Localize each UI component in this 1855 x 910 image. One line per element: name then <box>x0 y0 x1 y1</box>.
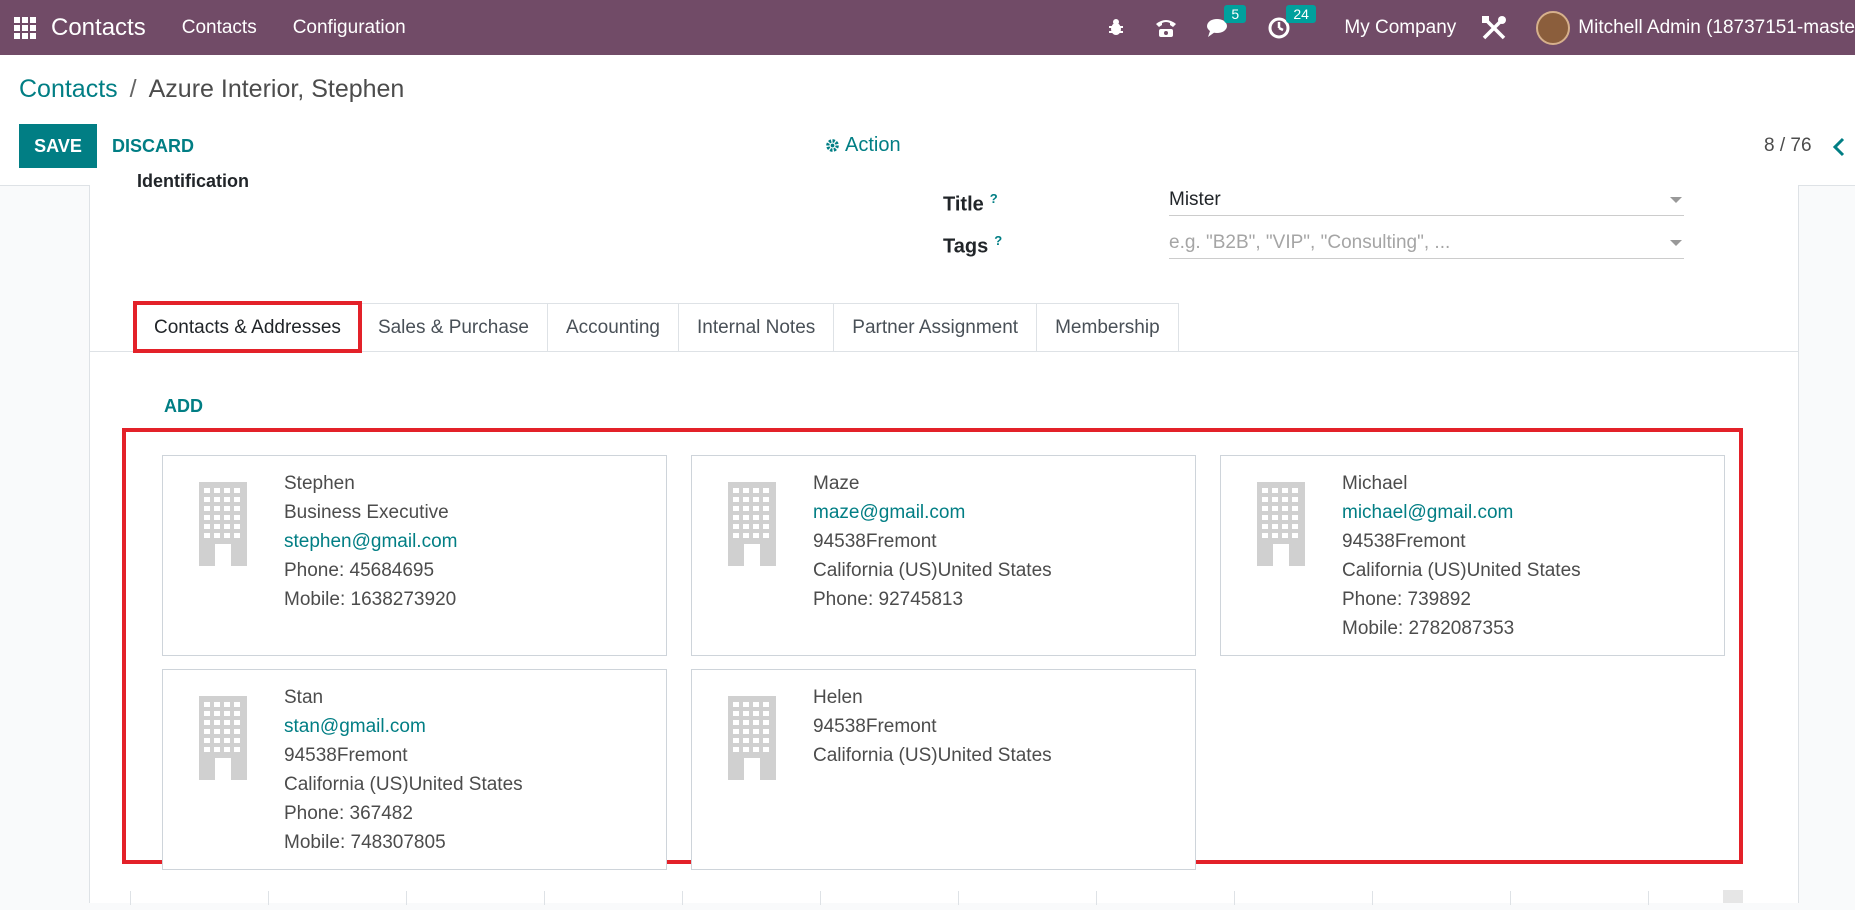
menu-contacts[interactable]: Contacts <box>182 17 257 39</box>
activities-badge: 24 <box>1286 4 1316 23</box>
tab-membership[interactable]: Membership <box>1036 303 1179 351</box>
contact-email-link[interactable]: stan@gmail.com <box>284 712 523 741</box>
contact-card[interactable]: Stan stan@gmail.com 94538Fremont California… <box>162 669 667 870</box>
title-select[interactable]: Mister <box>1169 185 1684 216</box>
tab-partner-assignment[interactable]: Partner Assignment <box>833 303 1038 351</box>
contact-detail: Business Executive <box>284 502 449 523</box>
add-contact-button[interactable]: ADD <box>164 396 203 417</box>
contact-detail: 94538Fremont <box>284 745 408 766</box>
breadcrumb-contacts-link[interactable]: Contacts <box>19 75 118 103</box>
user-menu[interactable]: Mitchell Admin (18737151-maste <box>1578 17 1855 39</box>
contact-name: Michael <box>1342 473 1408 494</box>
contact-card[interactable]: Stephen Business Executive stephen@gmail.c… <box>162 455 667 656</box>
control-panel: Contacts / Azure Interior, Stephen SAVE DI… <box>0 55 1855 186</box>
help-icon[interactable]: ? <box>990 191 998 206</box>
save-button[interactable]: SAVE <box>19 124 97 168</box>
contact-card[interactable]: Maze maze@gmail.com 94538Fremont California… <box>691 455 1196 656</box>
contact-detail: California (US)United States <box>813 745 1052 766</box>
pager-value[interactable]: 8 / 76 <box>1764 135 1812 157</box>
contact-info: Stephen Business Executive stephen@gmail.c… <box>284 469 457 614</box>
contact-info: Maze maze@gmail.com 94538Fremont California… <box>813 469 1052 614</box>
app-title[interactable]: Contacts <box>51 14 146 42</box>
identification-label: Identification <box>137 171 249 191</box>
contact-info: Helen 94538Fremont California (US)United S… <box>813 683 1052 770</box>
user-avatar[interactable] <box>1536 10 1571 45</box>
tab-divider <box>90 351 1798 352</box>
contact-detail: 94538Fremont <box>813 716 937 737</box>
contact-detail: Mobile: 2782087353 <box>1342 618 1515 639</box>
breadcrumb-separator: / <box>129 75 137 103</box>
contact-detail: 94538Fremont <box>813 531 937 552</box>
contact-info: Michael michael@gmail.com 94538Fremont Cali… <box>1342 469 1581 643</box>
company-building-icon <box>728 482 776 571</box>
title-value: Mister <box>1169 189 1221 210</box>
contact-name: Maze <box>813 473 860 494</box>
contact-email-link[interactable]: stephen@gmail.com <box>284 527 457 556</box>
company-building-icon <box>728 696 776 785</box>
contact-email-link[interactable]: maze@gmail.com <box>813 498 1052 527</box>
action-label: Action <box>845 134 901 156</box>
tab-internal-notes[interactable]: Internal Notes <box>677 303 835 351</box>
title-label-text: Title <box>943 193 984 216</box>
contact-card[interactable]: Michael michael@gmail.com 94538Fremont Cali… <box>1220 455 1725 656</box>
systray: 5 24 My Company Mitchell Admin (18737151… <box>1092 0 1855 55</box>
company-building-icon <box>1257 482 1305 571</box>
contacts-kanban: Stephen Business Executive stephen@gmail.c… <box>122 428 1743 870</box>
contact-name: Stephen <box>284 473 355 494</box>
tags-label: Tags? <box>943 233 1002 259</box>
tab-contacts-addresses[interactable]: Contacts & Addresses <box>133 301 362 353</box>
company-building-icon <box>199 482 247 571</box>
scrollbar[interactable] <box>1723 890 1743 903</box>
action-menu[interactable]: Action <box>825 134 901 157</box>
caret-down-icon <box>1670 197 1682 203</box>
messages-icon[interactable]: 5 <box>1206 4 1247 39</box>
contact-detail: Mobile: 1638273920 <box>284 589 457 610</box>
breadcrumb: Contacts / Azure Interior, Stephen <box>19 75 404 104</box>
messages-badge: 5 <box>1224 4 1247 23</box>
menu-configuration[interactable]: Configuration <box>293 17 406 39</box>
tags-input[interactable]: e.g. "B2B", "VIP", "Consulting", ... <box>1169 228 1684 259</box>
contact-detail: Phone: 92745813 <box>813 589 964 610</box>
contact-email-link[interactable]: michael@gmail.com <box>1342 498 1581 527</box>
contact-detail: Phone: 739892 <box>1342 589 1471 610</box>
contact-card[interactable]: Helen 94538Fremont California (US)United S… <box>691 669 1196 870</box>
phone-icon[interactable] <box>1154 17 1178 39</box>
contact-detail: California (US)United States <box>284 774 523 795</box>
gear-icon <box>826 139 839 152</box>
chevron-left-icon[interactable] <box>1832 137 1846 162</box>
caret-down-icon <box>1670 240 1682 246</box>
contact-name: Helen <box>813 687 863 708</box>
form-sheet: Identification Title? Mister Tags? e.g. … <box>89 171 1799 905</box>
contact-detail: California (US)United States <box>813 560 1052 581</box>
contact-detail: Mobile: 748307805 <box>284 832 446 853</box>
tab-accounting[interactable]: Accounting <box>546 303 679 351</box>
tab-sales-purchase[interactable]: Sales & Purchase <box>358 303 548 351</box>
help-icon[interactable]: ? <box>994 233 1002 248</box>
top-navbar: Contacts Contacts Configuration 5 24 My … <box>0 0 1855 55</box>
activities-icon[interactable]: 24 <box>1268 4 1316 39</box>
apps-menu-icon[interactable] <box>14 16 36 39</box>
title-label: Title? <box>943 191 998 217</box>
contact-detail: California (US)United States <box>1342 560 1581 581</box>
notebook-tabs: Contacts & Addresses Sales & Purchase Ac… <box>133 301 1179 353</box>
discard-button[interactable]: DISCARD <box>112 124 194 168</box>
contact-detail: Phone: 367482 <box>284 803 413 824</box>
tags-placeholder: e.g. "B2B", "VIP", "Consulting", ... <box>1169 232 1451 253</box>
company-switcher[interactable]: My Company <box>1344 17 1456 39</box>
bug-icon[interactable] <box>1106 18 1126 38</box>
contact-detail: Phone: 45684695 <box>284 560 435 581</box>
tags-label-text: Tags <box>943 235 989 258</box>
breadcrumb-current: Azure Interior, Stephen <box>148 75 405 103</box>
contact-detail: 94538Fremont <box>1342 531 1466 552</box>
settings-tools-icon[interactable] <box>1480 14 1508 42</box>
company-building-icon <box>199 696 247 785</box>
contact-info: Stan stan@gmail.com 94538Fremont California… <box>284 683 523 857</box>
contact-name: Stan <box>284 687 324 708</box>
